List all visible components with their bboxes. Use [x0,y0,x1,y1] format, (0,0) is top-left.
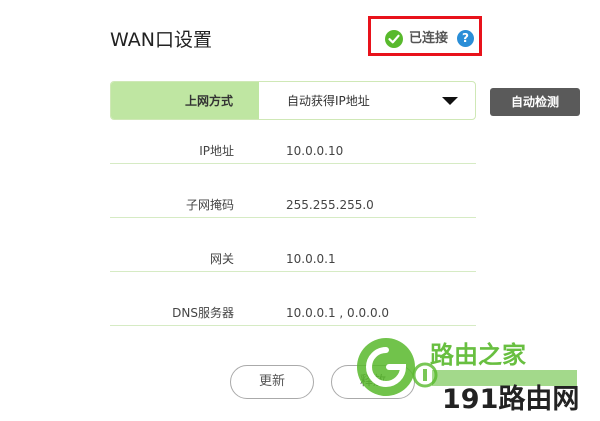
ip-address-label: IP地址 [199,144,234,158]
connection-status-text: 已连接 [409,31,449,46]
check-circle-icon [385,30,403,48]
gateway-label: 网关 [209,252,234,266]
connection-mode-label: 上网方式 [111,82,259,119]
renew-button[interactable]: 更新 [230,365,314,399]
row-divider [110,163,476,164]
subnet-mask-label: 子网掩码 [185,198,234,212]
watermark-brand-text: 路由之家 [430,341,526,369]
watermark-logo-icon [357,338,415,396]
chevron-down-icon[interactable] [442,97,458,105]
row-divider [110,217,476,218]
ip-address-value: 10.0.0.10 [286,144,344,158]
connection-mode-value: 自动获得IP地址 [287,94,370,108]
subnet-mask-value: 255.255.255.0 [286,198,374,212]
connection-mode-select[interactable]: 上网方式 自动获得IP地址 [110,81,476,120]
dns-server-label: DNS服务器 [172,306,234,320]
watermark-site-text: 191路由网 [442,384,580,415]
row-divider [110,325,476,326]
row-divider [110,271,476,272]
auto-detect-button[interactable]: 自动检测 [490,88,580,116]
help-icon[interactable]: ? [457,30,474,47]
dns-server-value: 10.0.0.1 , 0.0.0.0 [286,306,390,320]
page-title: WAN口设置 [110,29,212,51]
gateway-value: 10.0.0.1 [286,252,336,266]
